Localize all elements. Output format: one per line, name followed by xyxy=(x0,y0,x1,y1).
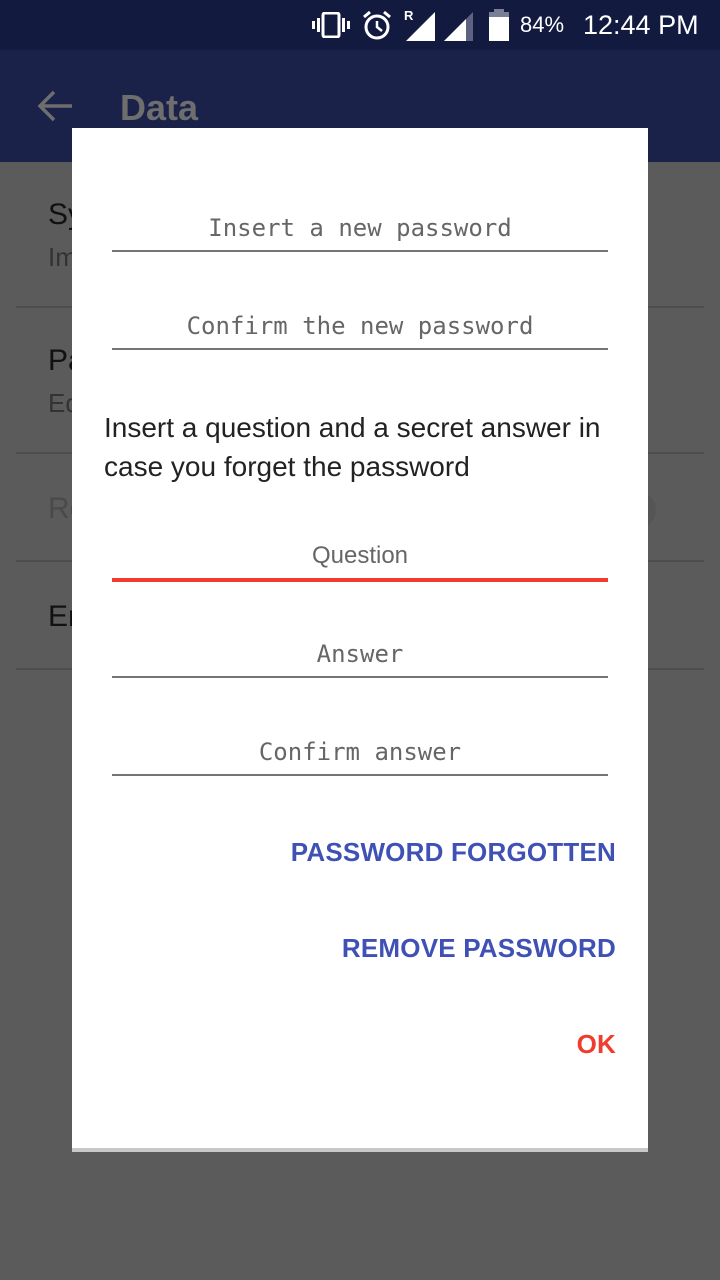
status-bar: R 84% 12:44 PM xyxy=(0,0,720,50)
dialog-message: Insert a question and a secret answer in… xyxy=(104,412,601,482)
battery-percent: 84% xyxy=(520,12,565,37)
battery-icon xyxy=(488,0,510,50)
input-underline xyxy=(112,774,608,776)
new-password-field[interactable] xyxy=(112,210,608,252)
input-underline xyxy=(112,348,608,350)
question-field[interactable] xyxy=(112,538,608,582)
input-underline-focused xyxy=(112,578,608,582)
password-dialog: Insert a question and a secret answer in… xyxy=(72,128,648,1152)
answer-field[interactable] xyxy=(112,636,608,678)
back-button[interactable] xyxy=(36,86,76,126)
confirm-password-input[interactable] xyxy=(112,308,608,344)
confirm-answer-input[interactable] xyxy=(112,734,608,770)
new-password-input[interactable] xyxy=(112,210,608,246)
page-title: Data xyxy=(120,87,199,128)
input-underline xyxy=(112,250,608,252)
confirm-answer-field[interactable] xyxy=(112,734,608,776)
signal-roaming-icon: R xyxy=(402,0,436,50)
confirm-password-field[interactable] xyxy=(112,308,608,350)
arrow-back-icon xyxy=(37,90,72,122)
input-underline xyxy=(112,676,608,678)
roaming-label: R xyxy=(404,8,414,23)
ok-button[interactable]: OK xyxy=(577,1029,616,1060)
password-forgotten-button[interactable]: PASSWORD FORGOTTEN xyxy=(291,837,616,868)
question-input[interactable] xyxy=(112,538,608,574)
answer-input[interactable] xyxy=(112,636,608,672)
signal-icon xyxy=(442,0,474,50)
clock: 12:44 PM xyxy=(583,9,699,40)
remove-password-button[interactable]: REMOVE PASSWORD xyxy=(342,933,616,964)
vibrate-icon xyxy=(312,0,350,50)
alarm-icon xyxy=(362,0,392,50)
